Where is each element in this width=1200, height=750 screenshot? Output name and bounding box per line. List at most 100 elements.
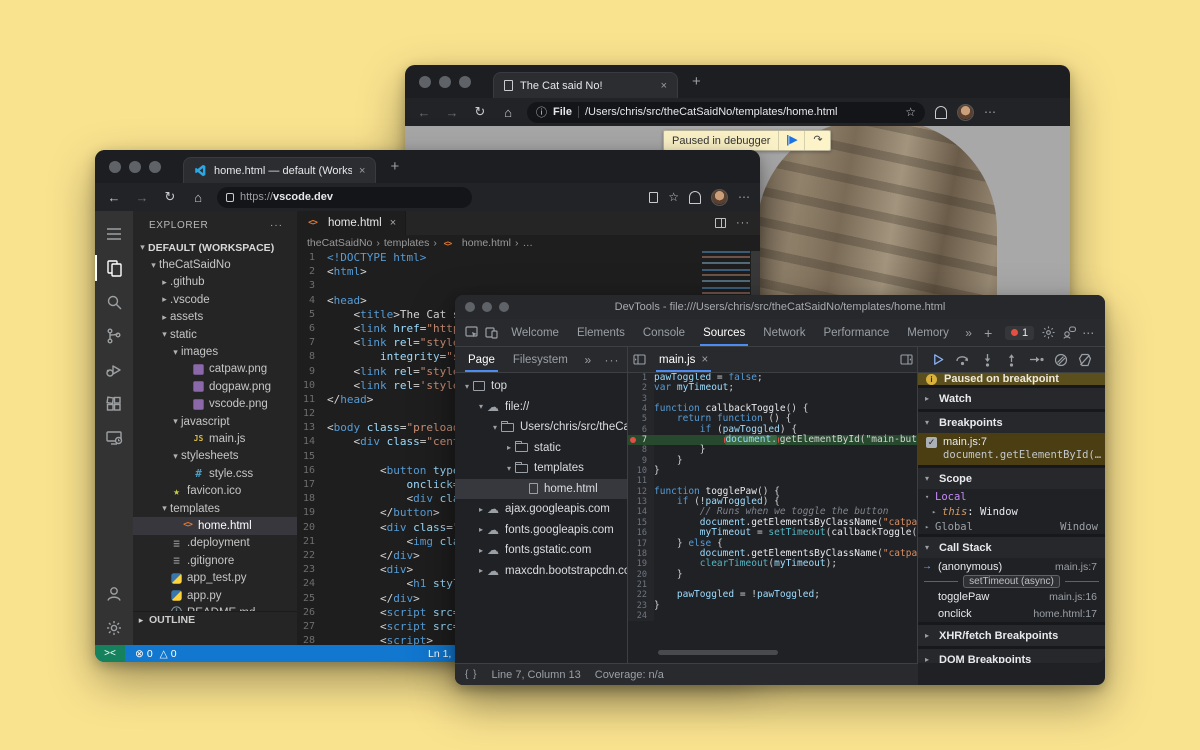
- line-number[interactable]: 28: [297, 634, 327, 645]
- navigator-item-users-chris-src-thecatsaidno[interactable]: ▾Users/chris/src/theCatSaidNo: [455, 417, 627, 438]
- problems-status[interactable]: ⊗ 0 △ 0: [135, 648, 177, 660]
- devtools-more-menu-icon[interactable]: ⋯: [1079, 326, 1097, 340]
- callstack-section-header[interactable]: ▾ Call Stack: [918, 537, 1105, 558]
- inline-breakpoint-icon[interactable]: [724, 437, 725, 443]
- breakpoint-entry[interactable]: ✓ main.js:7 document.getElementById(…: [918, 433, 1105, 465]
- close-source-tab-icon[interactable]: ×: [701, 354, 708, 366]
- explorer-item--vscode[interactable]: ▸.vscode: [133, 291, 297, 308]
- pretty-print-icon[interactable]: { }: [465, 669, 477, 680]
- breadcrumb-item[interactable]: templates: [384, 237, 430, 249]
- line-number[interactable]: 20: [297, 521, 327, 535]
- line-number[interactable]: 2: [297, 265, 327, 279]
- forward-icon[interactable]: →: [133, 190, 151, 205]
- issues-badge[interactable]: 1: [1005, 326, 1034, 340]
- breadcrumb-item[interactable]: …: [522, 237, 533, 249]
- address-bar[interactable]: ⓘ File /Users/chris/src/theCatSaidNo/tem…: [527, 102, 925, 123]
- dom-breakpoints-section-header[interactable]: ▸ DOM Breakpoints: [918, 649, 1105, 663]
- resume-script-button[interactable]: |▶: [778, 131, 804, 150]
- run-debug-icon[interactable]: [95, 353, 133, 387]
- scope-row[interactable]: ▸GlobalWindow: [918, 519, 1105, 534]
- navigator-item-home-html[interactable]: home.html: [455, 479, 627, 500]
- source-tab-mainjs[interactable]: main.js ×: [650, 347, 717, 372]
- explorer-item-home-html[interactable]: <>home.html: [133, 517, 297, 534]
- line-number[interactable]: 27: [297, 620, 327, 634]
- line-number[interactable]: 12: [297, 407, 327, 421]
- line-number[interactable]: 3: [628, 394, 654, 404]
- close-window-button[interactable]: [419, 76, 431, 88]
- line-number[interactable]: 12: [628, 487, 654, 497]
- code-line-16[interactable]: 16 myTimeout = setTimeout(callbackToggle…: [628, 528, 917, 538]
- line-number[interactable]: 5: [297, 308, 327, 322]
- explorer-item-assets[interactable]: ▸assets: [133, 309, 297, 326]
- browser-tab[interactable]: The Cat said No! ×: [493, 72, 678, 98]
- line-number[interactable]: 19: [297, 506, 327, 520]
- navigator-item-file-[interactable]: ▾☁file://: [455, 397, 627, 418]
- address-bar[interactable]: https://vscode.dev: [217, 187, 472, 208]
- settings-gear-icon[interactable]: [95, 611, 133, 645]
- navigator-item-ajax-googleapis-com[interactable]: ▸☁ajax.googleapis.com: [455, 499, 627, 520]
- devtools-tab-welcome[interactable]: Welcome: [502, 319, 568, 346]
- split-editor-icon[interactable]: [715, 218, 726, 228]
- line-number[interactable]: 26: [297, 606, 327, 620]
- hide-debugger-panel-icon[interactable]: [895, 354, 917, 365]
- cursor-position-status[interactable]: Ln 1,: [428, 648, 451, 660]
- minimize-window-button[interactable]: [482, 302, 492, 312]
- line-number[interactable]: 21: [628, 580, 654, 590]
- home-icon[interactable]: ⌂: [189, 190, 207, 205]
- explorer-item-javascript[interactable]: ▾javascript: [133, 413, 297, 430]
- more-menu-icon[interactable]: ⋯: [984, 105, 996, 119]
- more-navigator-tabs-icon[interactable]: »: [577, 353, 599, 367]
- file-info-icon[interactable]: ⓘ: [536, 104, 547, 120]
- code-line-2[interactable]: 2<html>: [297, 265, 760, 279]
- search-icon[interactable]: [95, 285, 133, 319]
- code-line-10[interactable]: 10}: [628, 466, 917, 476]
- code-line-23[interactable]: 23}: [628, 601, 917, 611]
- navigator-tab-page[interactable]: Page: [459, 347, 504, 372]
- explorer-item--gitignore[interactable]: ≡.gitignore: [133, 552, 297, 569]
- reading-mode-icon[interactable]: [649, 192, 658, 203]
- explorer-item-favicon-ico[interactable]: ★favicon.ico: [133, 482, 297, 499]
- code-line-20[interactable]: 20 }: [628, 570, 917, 580]
- navigator-tab-filesystem[interactable]: Filesystem: [504, 347, 577, 372]
- url-text[interactable]: /Users/chris/src/theCatSaidNo/templates/…: [585, 106, 899, 118]
- line-number[interactable]: 10: [297, 379, 327, 393]
- line-number[interactable]: 11: [297, 393, 327, 407]
- inline-breakpoint-icon[interactable]: [778, 437, 779, 443]
- watch-section-header[interactable]: ▸ Watch: [918, 388, 1105, 409]
- explorer-item-default-workspace-[interactable]: ▾DEFAULT (WORKSPACE): [133, 239, 297, 256]
- line-number[interactable]: 23: [297, 563, 327, 577]
- device-toolbar-icon[interactable]: [483, 326, 501, 339]
- source-control-icon[interactable]: [95, 319, 133, 353]
- horizontal-scrollbar[interactable]: [658, 650, 778, 655]
- zoom-window-button[interactable]: [149, 161, 161, 173]
- code-line-24[interactable]: 24: [628, 611, 917, 621]
- favorite-star-icon[interactable]: ☆: [668, 190, 679, 204]
- line-number[interactable]: 17: [628, 539, 654, 549]
- editor-tab-home-html[interactable]: <> home.html ×: [297, 211, 406, 235]
- new-panel-icon[interactable]: +: [979, 325, 997, 341]
- outline-section[interactable]: ▸ OUTLINE: [133, 611, 297, 628]
- line-number[interactable]: 1: [628, 373, 654, 383]
- step-icon[interactable]: [1026, 352, 1046, 368]
- line-number[interactable]: 7: [628, 435, 654, 445]
- devtools-code-editor[interactable]: 1pawToggled = false;2var myTimeout;34fun…: [628, 373, 918, 663]
- explorer-item-main-js[interactable]: JSmain.js: [133, 430, 297, 447]
- line-number[interactable]: 15: [628, 518, 654, 528]
- navigator-item-maxcdn-bootstrapcdn-com[interactable]: ▸☁maxcdn.bootstrapcdn.com: [455, 561, 627, 582]
- line-number[interactable]: 21: [297, 535, 327, 549]
- navigator-item-static[interactable]: ▸static: [455, 438, 627, 459]
- breakpoints-section-header[interactable]: ▾ Breakpoints: [918, 412, 1105, 433]
- code-line-1[interactable]: 1<!DOCTYPE html>: [297, 251, 760, 265]
- step-over-button[interactable]: ↷: [804, 131, 830, 150]
- explorer-item-style-css[interactable]: #style.css: [133, 465, 297, 482]
- line-number[interactable]: 13: [297, 421, 327, 435]
- profile-avatar[interactable]: [957, 104, 974, 121]
- step-over-icon[interactable]: [953, 352, 973, 368]
- navigator-item-fonts-gstatic-com[interactable]: ▸☁fonts.gstatic.com: [455, 540, 627, 561]
- line-number[interactable]: 16: [297, 464, 327, 478]
- explorer-item-vscode-png[interactable]: vscode.png: [133, 396, 297, 413]
- breakpoint-checkbox[interactable]: ✓: [926, 437, 937, 448]
- resume-script-icon[interactable]: [928, 352, 948, 368]
- extensions-icon[interactable]: [95, 387, 133, 421]
- line-number[interactable]: 7: [297, 336, 327, 350]
